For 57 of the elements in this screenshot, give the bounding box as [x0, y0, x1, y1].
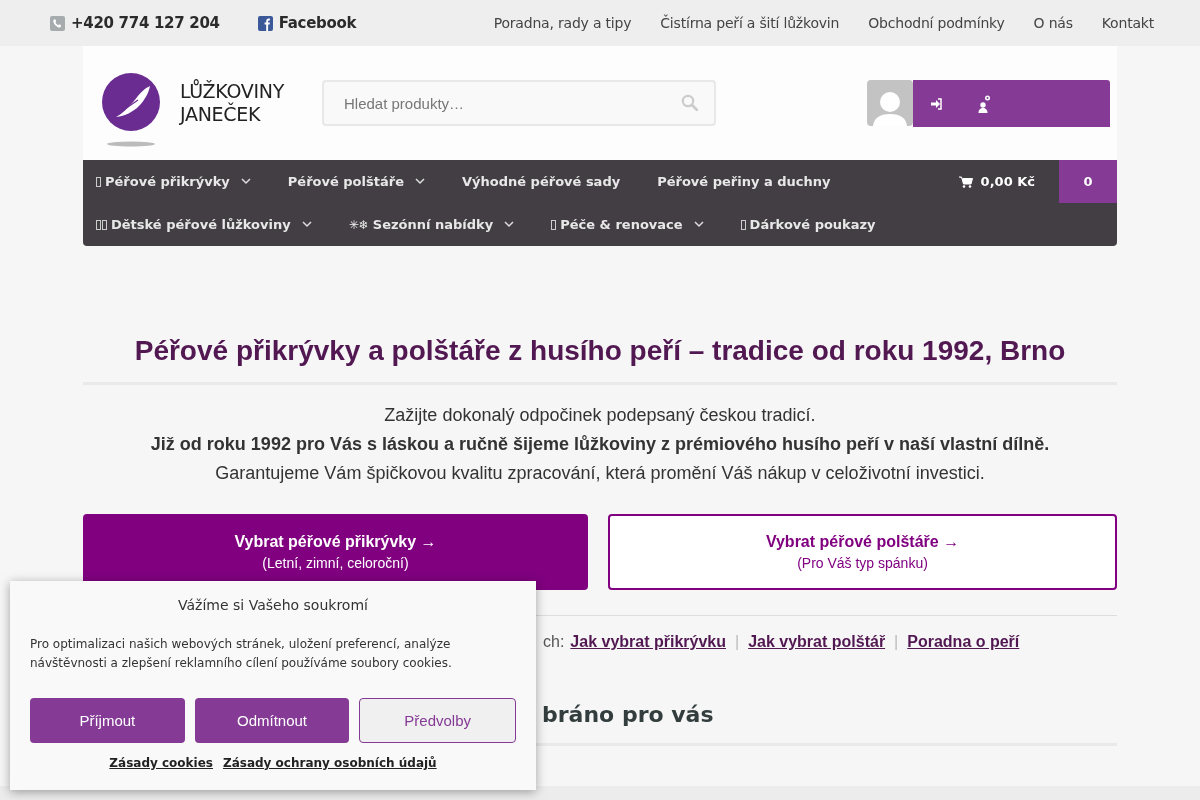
caret-icon: [414, 178, 425, 185]
intro-text: Již od roku 1992 pro Vás s láskou a ručně šijeme lůžkoviny z prémiového husího peří v naší vlastní dílně.: [149, 433, 1051, 456]
nav-menu-item[interactable]: Výhodné péřové sady: [461, 174, 621, 189]
nav-menu-item[interactable]: ✳❄ Sezónní nabídky: [348, 217, 515, 232]
facebook-link[interactable]: Facebook: [278, 14, 357, 32]
dialog-title: Vážíme si Vašeho soukromí: [177, 597, 369, 613]
cookie-button[interactable]: Příjmout: [30, 698, 185, 743]
box-icon: [96, 219, 107, 230]
guide-link[interactable]: Jak vybrat přikrývku: [570, 633, 726, 651]
search-icon: [681, 94, 698, 111]
caret-icon: [693, 221, 704, 228]
caret-icon: [504, 221, 515, 228]
top-menu-link[interactable]: O nás: [1033, 15, 1073, 31]
nav-menu-item[interactable]: Dárkové poukazy: [740, 217, 876, 232]
cookie-button[interactable]: Předvolby: [359, 698, 516, 743]
page-heading: Péřové přikrývky a polštáře z husího peří – tradice od roku 1992, Brno: [133, 334, 1067, 368]
intro-text: Zažijte dokonalý odpočinek podepsaný českou tradicí.: [383, 404, 817, 427]
avatar-icon: [867, 80, 913, 126]
nav-menu-item[interactable]: Péřové peřiny a duchny: [657, 174, 831, 189]
nav-menu-item[interactable]: Péřové polštáře: [287, 174, 425, 189]
logo-wordmark[interactable]: LŮŽKOVINY JANEČEK: [180, 80, 284, 126]
cookie-button[interactable]: Odmítnout: [194, 698, 350, 743]
top-menu-link[interactable]: Kontakt: [1101, 15, 1154, 31]
phone-number[interactable]: +420 774 127 204: [71, 14, 220, 32]
guide-link[interactable]: Poradna o peří: [907, 633, 1020, 651]
cart-total[interactable]: 0,00 Kč: [958, 174, 1035, 189]
dialog-text: Pro optimalizaci našich webových stránek, uložení preferencí, analýze návštěvnosti a zlepšení reklamního cílení používáme soubory cookies.: [30, 636, 453, 672]
section-heading: bráno pro vás: [542, 702, 714, 727]
login-icon: [930, 97, 942, 110]
category-button[interactable]: Vybrat péřové polštáře → (Pro Váš typ spánku): [608, 514, 1117, 590]
policy-link[interactable]: Zásady cookies: [109, 756, 213, 770]
nav-menu-item[interactable]: Dětské péřové lůžkoviny: [96, 217, 312, 232]
box-icon: [740, 219, 746, 230]
search-field[interactable]: Hledat produkty…: [322, 80, 716, 126]
snowflake-icon: ✳❄: [348, 217, 369, 232]
top-menu-link[interactable]: Obchodní podmínky: [868, 15, 1005, 31]
guides-label: ch:: [543, 633, 565, 651]
guide-link[interactable]: Jak vybrat polštář: [748, 633, 886, 651]
nav-menu-item[interactable]: Péče & renovace: [551, 217, 704, 232]
policy-link[interactable]: Zásady ochrany osobních údajů: [222, 756, 437, 770]
cart-icon: [958, 175, 973, 188]
register-user-icon: [977, 94, 991, 113]
feather-logo-icon: [102, 73, 162, 147]
caret-icon: [240, 178, 251, 185]
cart-count[interactable]: 0: [1059, 160, 1117, 203]
phone-icon: [50, 15, 65, 31]
box-icon: [551, 219, 557, 230]
category-button[interactable]: Vybrat péřové přikrývky → (Letní, zimní, celoroční): [83, 514, 588, 590]
top-menu-link[interactable]: Poradna, rady a tipy: [493, 15, 632, 31]
facebook-icon: [257, 15, 273, 31]
box-icon: [96, 176, 101, 187]
caret-icon: [301, 221, 312, 228]
link-separator: |: [894, 633, 899, 651]
link-separator: |: [735, 633, 740, 651]
nav-menu-item[interactable]: Péřové přikrývky: [96, 174, 251, 189]
top-menu-link[interactable]: Čistírna peří a šití lůžkovin: [660, 15, 840, 31]
intro-text: Garantujeme Vám špičkovou kvalitu zpracování, která promění Váš nákup v celoživotní investici.: [214, 462, 986, 485]
